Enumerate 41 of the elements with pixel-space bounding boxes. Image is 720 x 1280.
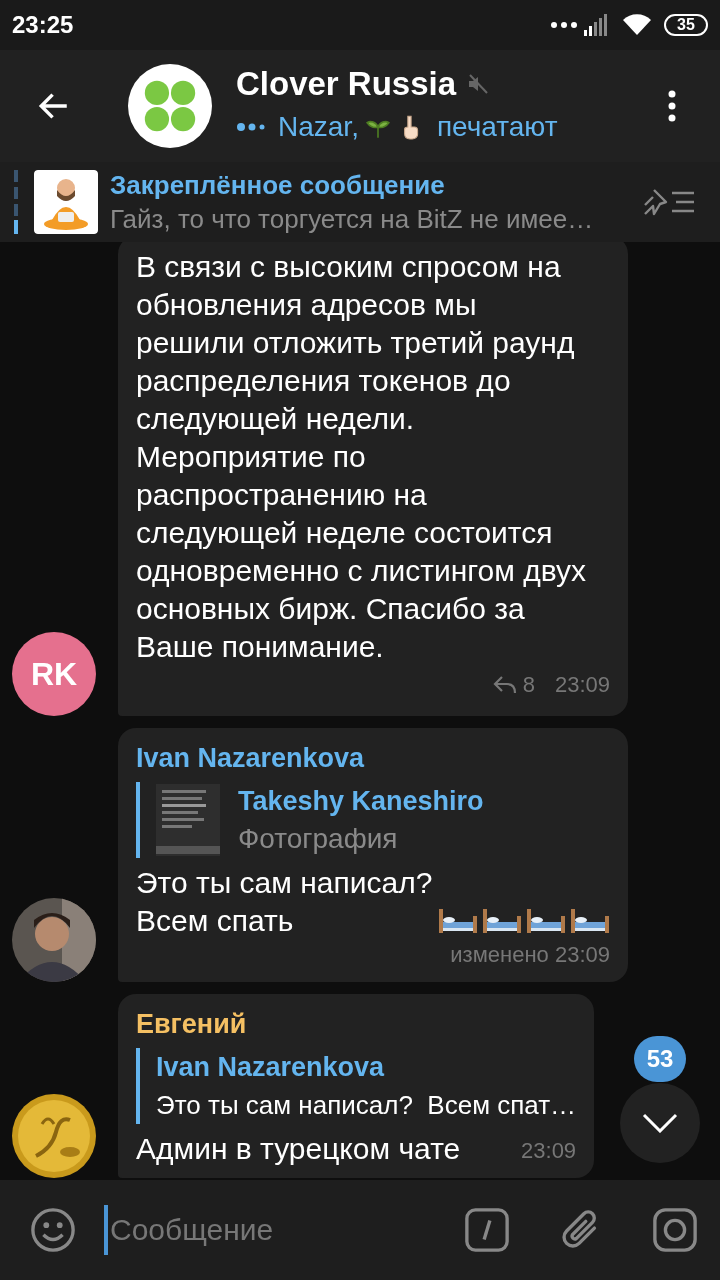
notification-dots-icon [550, 21, 580, 29]
signal-icon [584, 14, 610, 36]
quoted-sender: Takeshy Kaneshiro [238, 785, 484, 818]
message-time: 23:09 [521, 1137, 577, 1165]
pin-position-indicator [14, 170, 18, 234]
pinned-message-bar[interactable]: Закреплённое сообщение Гайз, то что торгуется на BitZ не имее… [0, 162, 720, 242]
pin-list-icon[interactable] [642, 187, 696, 217]
camera-icon [652, 1207, 698, 1253]
reply-quote[interactable]: Takeshy Kaneshiro Фотография [136, 782, 610, 858]
chat-title: Clover Russia [236, 64, 457, 104]
slash-command-icon [464, 1207, 510, 1253]
quoted-text: Это ты сам написал? Всем спат… [156, 1089, 577, 1122]
message-text: В связи с высоким спросом на обновления адресов мы решили отложить третий раунд распределения токенов до следующей недели. Мероприятие по распространению на следующей неделе состоится одновременно с листингом двух основных бирж. Спасибо за Ваше понимание. [136, 249, 587, 665]
message-time: изменено 23:09 [450, 941, 610, 969]
quoted-text: Фотография [238, 822, 399, 856]
more-options-icon [668, 90, 676, 122]
chevron-down-icon [642, 1113, 678, 1133]
battery-indicator: 35 [664, 14, 708, 36]
video-message-button[interactable] [650, 1205, 700, 1255]
typing-status: печатают [436, 110, 558, 144]
meditating-person-icon [34, 170, 98, 234]
quoted-sender: Ivan Nazarenkova [156, 1051, 386, 1084]
sender-name: Ivan Nazarenkova [136, 742, 366, 775]
message-text: Админ в турецком чате [136, 1131, 461, 1167]
user-avatar[interactable] [12, 1094, 96, 1178]
reply-quote[interactable]: Ivan Nazarenkova Это ты сам написал? Всем спат… [136, 1048, 577, 1124]
sender-name: Евгений [136, 1008, 248, 1041]
clock-time: 23:25 [12, 10, 74, 40]
reply-count: 8 [522, 671, 535, 699]
smiley-icon [30, 1207, 76, 1253]
reply-arrow-icon [492, 675, 517, 695]
clover-logo-icon [142, 78, 198, 134]
message-text: Это ты сам написал? Всем спать [136, 865, 433, 939]
message-time: 23:09 [554, 671, 610, 699]
commands-button[interactable] [462, 1205, 512, 1255]
pinned-preview: Гайз, то что торгуется на BitZ не имее… [110, 203, 595, 236]
unread-count-badge: 53 [634, 1036, 686, 1082]
typing-names: Nazar, [278, 110, 359, 144]
wifi-icon [622, 14, 652, 36]
emoji-button[interactable] [28, 1205, 78, 1255]
pinned-title: Закреплённое сообщение [110, 169, 446, 202]
